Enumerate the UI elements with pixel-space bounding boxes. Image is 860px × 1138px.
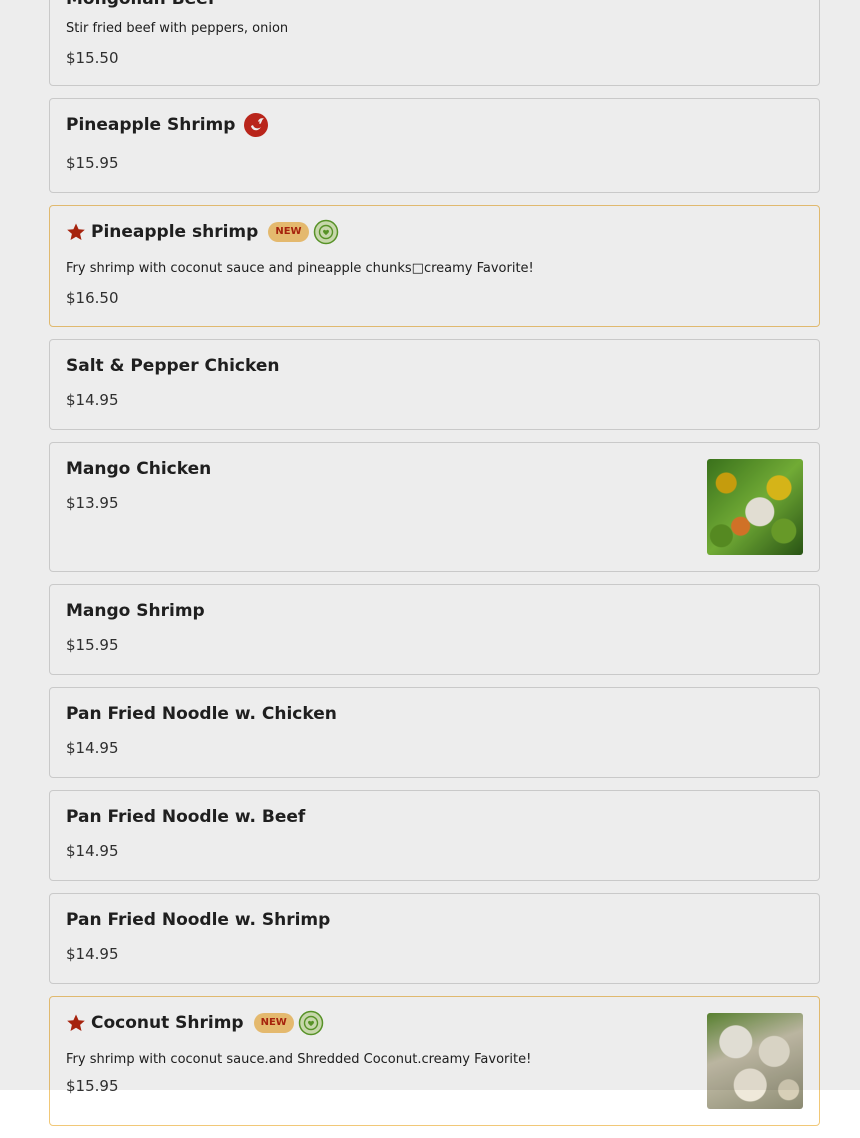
mango-chicken-photo[interactable] [707, 459, 803, 555]
item-price: $15.95 [66, 1077, 119, 1095]
item-title-row: Mango Shrimp [66, 599, 205, 623]
menu-item-card[interactable]: Mango Shrimp $15.95 [49, 584, 820, 675]
item-title-row: Pan Fried Noodle w. Beef [66, 805, 305, 829]
new-badge: NEW [268, 222, 309, 242]
menu-item-card[interactable]: Mango Chicken $13.95 [49, 442, 820, 572]
menu-item-card[interactable]: Mongolian Beef Stir fried beef with pepp… [49, 0, 820, 86]
item-price: $16.50 [66, 289, 119, 307]
item-name: Salt & Pepper Chicken [66, 356, 280, 376]
item-name: Mango Chicken [66, 459, 212, 479]
item-price: $14.95 [66, 842, 119, 860]
menu-item-card[interactable]: Pan Fried Noodle w. Chicken $14.95 [49, 687, 820, 778]
menu-item-card-featured[interactable]: Pineapple shrimp NEW Fry shrimp with coc… [49, 205, 820, 327]
menu-item-card[interactable]: Pan Fried Noodle w. Shrimp $14.95 [49, 893, 820, 984]
item-price: $14.95 [66, 391, 119, 409]
menu-item-card[interactable]: Pineapple Shrimp $15.95 [49, 98, 820, 193]
item-price: $14.95 [66, 945, 119, 963]
item-title-row: Pan Fried Noodle w. Chicken [66, 702, 337, 726]
new-badge: NEW [253, 1013, 294, 1033]
item-description: Fry shrimp with coconut sauce.and Shredd… [66, 1052, 532, 1067]
item-price: $15.95 [66, 636, 119, 654]
item-title-row: Salt & Pepper Chicken [66, 354, 279, 378]
menu-item-card-featured[interactable]: Coconut Shrimp NEW Fry shrimp with cocon… [49, 996, 820, 1126]
item-title-row: Pineapple shrimp NEW [66, 219, 339, 245]
item-name: Pineapple shrimp [91, 222, 259, 242]
item-name: Mango Shrimp [66, 601, 205, 621]
item-name: Mongolian Beef [66, 0, 215, 9]
menu-item-list: Mongolian Beef Stir fried beef with pepp… [49, 0, 820, 1138]
item-description: Stir fried beef with peppers, onion [66, 21, 289, 36]
favorite-heart-icon [298, 1010, 324, 1036]
item-name: Pan Fried Noodle w. Shrimp [66, 910, 331, 930]
chili-spicy-icon [243, 112, 269, 138]
menu-item-card[interactable]: Pan Fried Noodle w. Beef $14.95 [49, 790, 820, 881]
menu-item-card[interactable]: Salt & Pepper Chicken $14.95 [49, 339, 820, 430]
item-price: $15.50 [66, 49, 119, 67]
item-title-row: Coconut Shrimp NEW [66, 1010, 324, 1036]
favorite-heart-icon [313, 219, 339, 245]
item-title-row: Pineapple Shrimp [66, 113, 269, 137]
item-price: $13.95 [66, 494, 119, 512]
item-price: $14.95 [66, 739, 119, 757]
item-title-row: Mango Chicken [66, 457, 211, 481]
item-description: Fry shrimp with coconut sauce and pineap… [66, 261, 534, 276]
item-title-row: Mongolian Beef [66, 0, 215, 11]
star-icon [66, 222, 86, 242]
item-name: Pineapple Shrimp [66, 115, 236, 135]
coconut-shrimp-photo[interactable] [707, 1013, 803, 1109]
item-price: $15.95 [66, 154, 119, 172]
item-name: Coconut Shrimp [91, 1013, 244, 1033]
item-name: Pan Fried Noodle w. Beef [66, 807, 306, 827]
item-name: Pan Fried Noodle w. Chicken [66, 704, 337, 724]
item-title-row: Pan Fried Noodle w. Shrimp [66, 908, 330, 932]
star-icon [66, 1013, 86, 1033]
